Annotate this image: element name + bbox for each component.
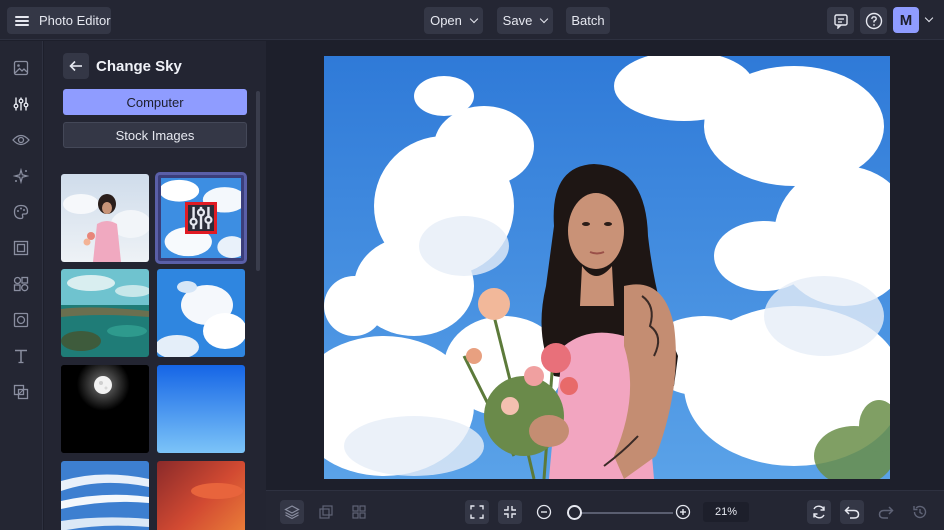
rail-frames-button[interactable] — [8, 235, 34, 261]
zoom-out-icon — [536, 504, 552, 520]
expand-icon — [470, 505, 484, 519]
shapes-icon — [13, 276, 29, 292]
texture-icon — [13, 312, 29, 328]
batch-button[interactable]: Batch — [566, 7, 610, 34]
sky-thumb-lagoon[interactable] — [61, 269, 149, 357]
sky-thumb-clear-blue[interactable] — [157, 365, 245, 453]
panel-scrollbar[interactable] — [256, 91, 260, 271]
save-menu-button[interactable]: Save — [497, 7, 553, 34]
actual-size-button[interactable] — [498, 500, 522, 524]
chevron-down-icon — [469, 14, 479, 23]
compare-icon — [319, 505, 333, 519]
tool-rail — [0, 41, 43, 530]
stock-images-button[interactable]: Stock Images — [63, 122, 247, 148]
text-icon — [15, 349, 27, 364]
zoom-slider-handle[interactable] — [567, 505, 583, 520]
redo-button[interactable] — [874, 500, 898, 524]
batch-label: Batch — [571, 13, 605, 28]
sky-thumb-sunset[interactable] — [157, 461, 245, 530]
sky-thumb-moon[interactable] — [61, 365, 149, 453]
palette-icon — [13, 204, 29, 220]
layers-button[interactable] — [280, 500, 304, 524]
sky-thumb-clouds-selected[interactable] — [155, 172, 247, 264]
back-button[interactable] — [63, 53, 89, 79]
sparkle-icon — [13, 168, 29, 184]
rail-text-button[interactable] — [8, 343, 34, 369]
overlay-icon — [13, 384, 29, 400]
edited-photo-image — [324, 56, 890, 479]
zoom-slider-track[interactable] — [571, 512, 673, 514]
sky-thumb-original[interactable] — [61, 174, 149, 262]
zoom-level[interactable]: 21% — [703, 502, 749, 522]
open-menu-button[interactable]: Open — [424, 7, 483, 34]
avatar[interactable]: M — [893, 7, 919, 33]
image-icon — [13, 60, 29, 76]
history-button[interactable] — [908, 500, 932, 524]
sky-thumb-moon-image — [61, 365, 149, 453]
app-title: Photo Editor — [39, 13, 111, 28]
zoom-out-button[interactable] — [532, 500, 556, 524]
computer-source-button[interactable]: Computer — [63, 89, 247, 115]
eye-icon — [12, 134, 30, 146]
adjustments-icon — [13, 97, 29, 111]
undo-button[interactable] — [840, 500, 864, 524]
chevron-down-icon — [540, 14, 549, 23]
photo-canvas[interactable] — [324, 56, 890, 479]
panel-title: Change Sky — [96, 58, 182, 75]
help-button[interactable] — [860, 7, 887, 34]
rail-view-button[interactable] — [8, 127, 34, 153]
rail-adjust-button[interactable] — [8, 91, 34, 117]
hamburger-icon — [15, 15, 29, 26]
adjustments-icon — [189, 206, 213, 230]
change-sky-panel: Change Sky Computer Stock Images — [44, 41, 266, 530]
compare-button[interactable] — [314, 500, 338, 524]
zoom-in-button[interactable] — [671, 500, 695, 524]
history-icon — [913, 505, 927, 519]
rotate-button[interactable] — [807, 500, 831, 524]
rail-effects-button[interactable] — [8, 163, 34, 189]
sky-thumb-clouds-2[interactable] — [157, 269, 245, 357]
sky-thumb-original-image — [61, 174, 149, 262]
open-label: Open — [430, 13, 462, 28]
feedback-button[interactable] — [827, 7, 854, 34]
undo-icon — [844, 506, 860, 519]
sky-thumb-streaks-image — [61, 461, 149, 530]
fit-screen-button[interactable] — [465, 500, 489, 524]
rail-overlays-button[interactable] — [8, 379, 34, 405]
arrow-left-icon — [69, 60, 82, 72]
sky-adjust-settings-button[interactable] — [185, 202, 217, 234]
sky-thumb-clear-blue-image — [157, 365, 245, 453]
rail-image-button[interactable] — [8, 55, 34, 81]
layers-icon — [284, 505, 300, 520]
frame-icon — [13, 240, 29, 256]
refresh-icon — [813, 505, 825, 519]
sky-thumb-clouds-2-image — [157, 269, 245, 357]
shrink-icon — [504, 506, 516, 518]
sky-thumb-sunset-image — [157, 461, 245, 530]
bottom-toolbar: 21% — [266, 490, 944, 530]
rail-graphics-button[interactable] — [8, 271, 34, 297]
rail-artsy-button[interactable] — [8, 199, 34, 225]
zoom-in-icon — [675, 504, 691, 520]
save-label: Save — [502, 13, 533, 28]
grid-icon — [352, 505, 366, 519]
app-menu-button[interactable]: Photo Editor — [7, 7, 111, 34]
grid-button[interactable] — [347, 500, 371, 524]
feedback-icon — [833, 13, 848, 29]
rail-textures-button[interactable] — [8, 307, 34, 333]
avatar-chevron-icon[interactable] — [924, 13, 934, 23]
sky-thumb-streaks[interactable] — [61, 461, 149, 530]
help-icon — [865, 12, 882, 29]
redo-icon — [878, 506, 894, 519]
top-bar: Photo Editor Open Save Batch M — [0, 0, 944, 40]
sky-thumb-lagoon-image — [61, 269, 149, 357]
